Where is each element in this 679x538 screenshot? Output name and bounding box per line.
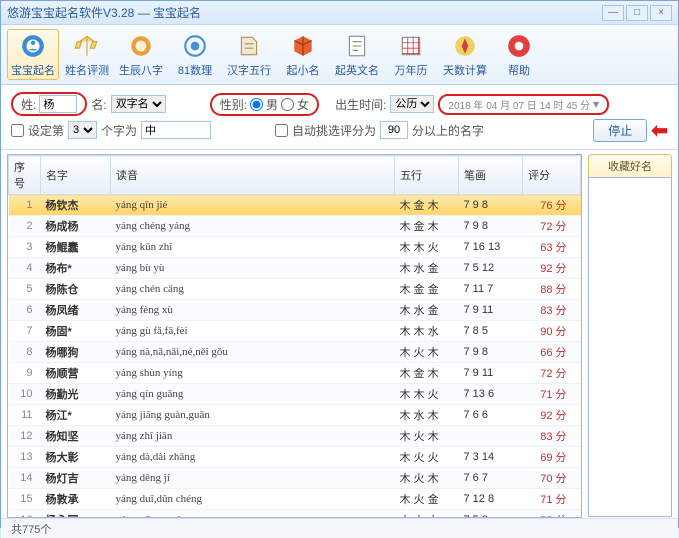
table-row[interactable]: 7杨固*yáng gù fǎ,fā,fèi木 木 水7 8 590 分 [9, 321, 581, 342]
toolbar-compass[interactable]: 天数计算 [439, 29, 491, 80]
target-icon [181, 32, 209, 60]
total-count: 共775个 [11, 524, 51, 536]
table-row[interactable]: 11杨江*yáng jiāng guàn,guān木 水 木7 6 692 分 [9, 405, 581, 426]
help-icon [505, 32, 533, 60]
fix-checkbox[interactable] [11, 124, 24, 137]
toolbar-child[interactable]: 宝宝起名 [7, 29, 59, 80]
toolbar-book[interactable]: 汉字五行 [223, 29, 275, 80]
gender-group: 性别: 男 女 [210, 93, 319, 116]
grid-icon [397, 32, 425, 60]
surname-label: 姓: [21, 96, 36, 113]
toolbar-grid[interactable]: 万年历 [385, 29, 437, 80]
birth-label: 出生时间: [335, 96, 386, 113]
stop-button[interactable]: 停止 [593, 119, 647, 142]
auto-label2: 分以上的名字 [412, 122, 484, 139]
favorites-tab[interactable]: 收藏好名 [588, 154, 672, 177]
table-row[interactable]: 15杨敦承yáng duī,dūn chéng木 火 金7 12 871 分 [9, 489, 581, 510]
fix-char-input[interactable] [141, 121, 211, 139]
surname-group: 姓: [11, 92, 87, 116]
maximize-button[interactable]: □ [626, 5, 648, 21]
table-row[interactable]: 9杨顺营yáng shùn yíng木 金 木7 9 1172 分 [9, 363, 581, 384]
toolbar: 宝宝起名姓名评测生辰八字81数理汉字五行起小名起英文名万年历天数计算帮助 [1, 25, 678, 85]
gender-male-radio[interactable] [250, 98, 263, 111]
table-row[interactable]: 3杨鲲蠢yáng kūn zhī木 木 火7 16 1363 分 [9, 237, 581, 258]
table-row[interactable]: 10杨勤光yáng qín guāng木 木 火7 13 671 分 [9, 384, 581, 405]
book-icon [235, 32, 263, 60]
toolbar-cube[interactable]: 起小名 [277, 29, 329, 80]
surname-input[interactable] [39, 95, 77, 113]
toolbar-help[interactable]: 帮助 [493, 29, 545, 80]
table-row[interactable]: 2杨成杨yáng chéng yáng木 金 木7 9 872 分 [9, 216, 581, 237]
results-table-wrap[interactable]: 序号名字读音五行笔画评分 1杨钦杰yáng qīn jié木 金 木7 9 87… [7, 154, 582, 518]
col-header[interactable]: 名字 [41, 156, 111, 195]
table-row[interactable]: 14杨灯吉yáng dēng jí木 火 木7 6 770 分 [9, 468, 581, 489]
gender-female-radio[interactable] [281, 98, 294, 111]
col-header[interactable]: 序号 [9, 156, 41, 195]
cube-icon [289, 32, 317, 60]
fix-label2: 个字为 [101, 122, 137, 139]
auto-score-input[interactable] [380, 121, 408, 139]
window-title: 悠游宝宝起名软件V3.28 — 宝宝起名 [7, 4, 201, 21]
toolbar-scale[interactable]: 姓名评测 [61, 29, 113, 80]
toolbar-calendar[interactable]: 生辰八字 [115, 29, 167, 80]
calendar-type-select[interactable]: 公历 [390, 95, 434, 113]
table-row[interactable]: 4杨布*yáng bù yù木 水 金7 5 1292 分 [9, 258, 581, 279]
side-panel: 收藏好名 [588, 154, 672, 518]
child-icon [19, 32, 47, 60]
calendar-icon [127, 32, 155, 60]
col-header[interactable]: 读音 [111, 156, 395, 195]
gender-label: 性别: [220, 96, 247, 113]
toolbar-target[interactable]: 81数理 [169, 29, 221, 80]
datetime-value[interactable]: 2018 年 04 月 07 日 14 时 45 分 [448, 97, 590, 112]
col-header[interactable]: 评分 [523, 156, 581, 195]
doc-icon [343, 32, 371, 60]
auto-checkbox[interactable] [275, 124, 288, 137]
toolbar-doc[interactable]: 起英文名 [331, 29, 383, 80]
col-header[interactable]: 五行 [395, 156, 459, 195]
fix-label1: 设定第 [28, 122, 64, 139]
table-row[interactable]: 5杨陈仓yáng chén cāng木 金 金7 11 788 分 [9, 279, 581, 300]
scale-icon [73, 32, 101, 60]
name-label: 名: [91, 96, 106, 113]
table-row[interactable]: 8杨哪狗yáng nà,nǎ,nǎi,né,něi gǒu木 火 木7 9 86… [9, 342, 581, 363]
minimize-button[interactable]: — [602, 5, 624, 21]
table-row[interactable]: 12杨知坚yáng zhī jiān木 火 木83 分 [9, 426, 581, 447]
fix-pos-select[interactable]: 3 [68, 121, 97, 139]
datetime-group: 2018 年 04 月 07 日 14 时 45 分 ▾ [438, 94, 609, 115]
titlebar: 悠游宝宝起名软件V3.28 — 宝宝起名 — □ × [1, 1, 678, 25]
status-bar: 共775个 [1, 518, 678, 538]
form-area: 姓: 名: 双字名 性别: 男 女 出生时间: 公历 2018 年 04 月 0… [1, 85, 678, 150]
table-row[interactable]: 16杨永国yáng yǒng guó木 土 木7 5 875 分 [9, 510, 581, 519]
close-button[interactable]: × [650, 5, 672, 21]
compass-icon [451, 32, 479, 60]
results-table: 序号名字读音五行笔画评分 1杨钦杰yáng qīn jié木 金 木7 9 87… [8, 155, 581, 518]
favorites-panel [588, 177, 672, 517]
table-row[interactable]: 6杨凤绪yáng fèng xù木 水 金7 9 1183 分 [9, 300, 581, 321]
arrow-icon: ⬅ [651, 118, 668, 143]
name-type-select[interactable]: 双字名 [111, 95, 166, 113]
table-row[interactable]: 13杨大彰yáng dà,dài zhāng木 火 火7 3 1469 分 [9, 447, 581, 468]
col-header[interactable]: 笔画 [459, 156, 523, 195]
auto-label1: 自动挑选评分为 [292, 122, 376, 139]
table-row[interactable]: 1杨钦杰yáng qīn jié木 金 木7 9 876 分 [9, 195, 581, 216]
